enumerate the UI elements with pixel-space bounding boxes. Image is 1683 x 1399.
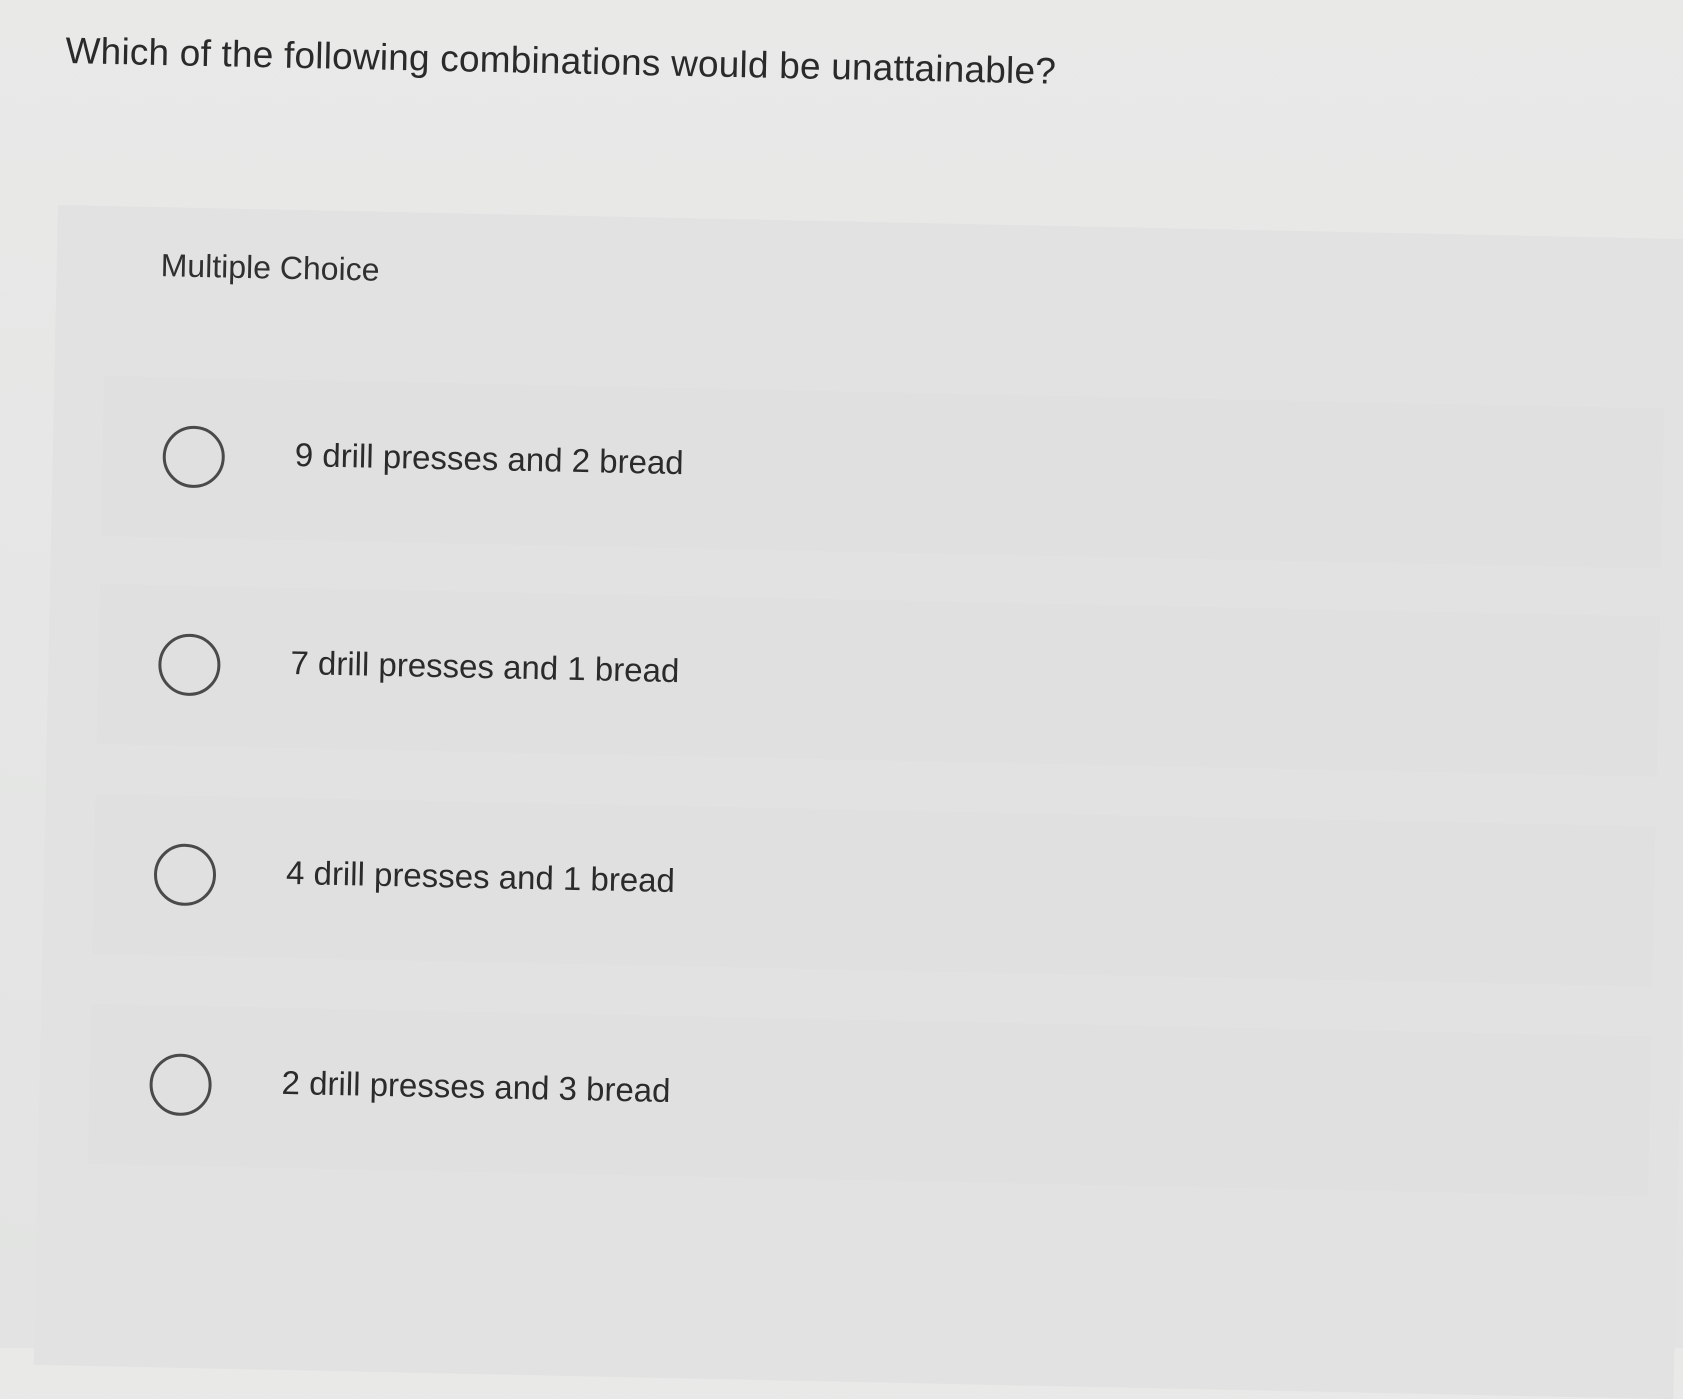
radio-button-3[interactable] — [153, 843, 217, 907]
answer-option-3[interactable]: 4 drill presses and 1 bread — [92, 793, 1656, 987]
answer-option-label: 9 drill presses and 2 bread — [294, 436, 685, 482]
multiple-choice-panel: Multiple Choice 9 drill presses and 2 br… — [33, 205, 1683, 1399]
multiple-choice-label: Multiple Choice — [160, 247, 380, 288]
answer-option-1[interactable]: 9 drill presses and 2 bread — [101, 376, 1665, 569]
answer-option-2[interactable]: 7 drill presses and 1 bread — [96, 583, 1660, 777]
radio-button-2[interactable] — [157, 633, 222, 697]
answer-option-label: 7 drill presses and 1 bread — [290, 643, 680, 690]
answer-option-label: 2 drill presses and 3 bread — [281, 1063, 671, 1110]
question-text: Which of the following combinations woul… — [65, 30, 1057, 92]
answer-option-4[interactable]: 2 drill presses and 3 bread — [87, 1003, 1651, 1197]
radio-button-4[interactable] — [148, 1053, 213, 1117]
radio-button-1[interactable] — [162, 425, 226, 489]
answer-option-label: 4 drill presses and 1 bread — [285, 853, 676, 900]
